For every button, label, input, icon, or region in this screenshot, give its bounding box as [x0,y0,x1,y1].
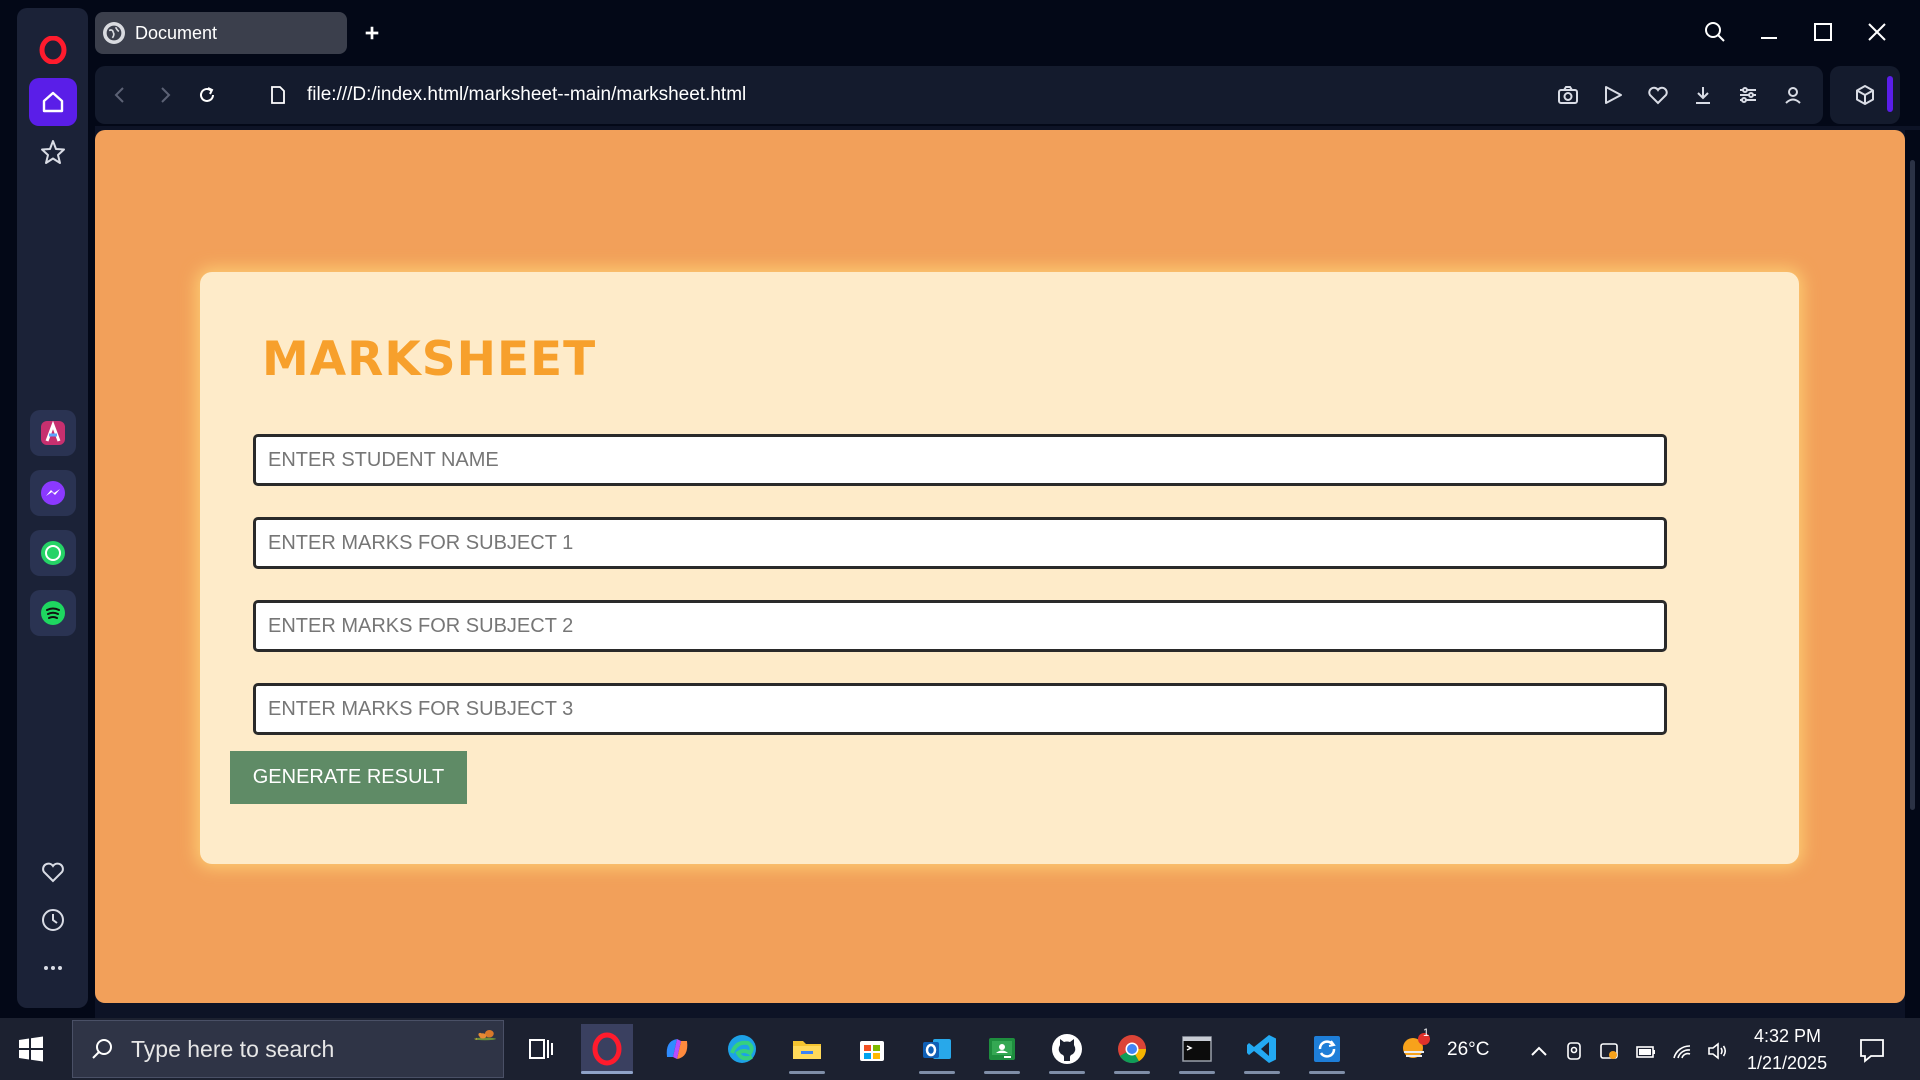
address-bar-inner: file:///D:/index.html/marksheet--main/ma… [95,66,1823,124]
tab-bar: Document [95,0,1920,64]
taskbar-search-box[interactable]: Type here to search [72,1020,504,1078]
file-explorer-icon[interactable] [781,1024,833,1074]
subject-1-marks-input[interactable] [253,517,1667,569]
page-scrollbar[interactable] [1905,130,1920,1018]
minimize-icon[interactable] [1751,14,1787,50]
tab-document[interactable]: Document [95,12,347,54]
more-icon[interactable] [29,944,77,992]
weather-badge: 1 [1423,1027,1430,1039]
google-classroom-icon[interactable] [976,1024,1028,1074]
messenger-icon[interactable] [30,470,76,516]
battery-icon[interactable] [1635,1040,1657,1062]
edge-icon[interactable] [716,1024,768,1074]
search-placeholder: Type here to search [131,1035,335,1062]
camera-icon[interactable] [1554,81,1582,109]
outlook-icon[interactable] [911,1024,963,1074]
globe-icon [103,22,125,44]
search-icon [92,1039,112,1059]
volume-icon[interactable] [1706,1040,1728,1062]
bookmark-heart-icon[interactable] [1644,81,1672,109]
vscode-icon[interactable] [1236,1024,1288,1074]
address-bar: file:///D:/index.html/marksheet--main/ma… [95,64,1920,126]
easy-setup-icon[interactable] [1734,81,1762,109]
forward-icon[interactable] [150,80,180,110]
github-icon[interactable] [1041,1024,1093,1074]
history-icon[interactable] [29,896,77,944]
home-icon[interactable] [29,78,77,126]
chrome-icon[interactable] [1106,1024,1158,1074]
star-icon[interactable] [29,128,77,176]
close-icon[interactable] [1859,14,1895,50]
squirrel-illustration-icon [474,1029,496,1041]
sidebar-panel [17,8,88,1008]
copilot-icon[interactable] [651,1024,703,1074]
opera-sidebar [0,0,95,1018]
subject-2-marks-input[interactable] [253,600,1667,652]
generate-result-button[interactable]: GENERATE RESULT [230,751,467,804]
notification-center-icon[interactable] [1858,1036,1886,1064]
url-text[interactable]: file:///D:/index.html/marksheet--main/ma… [307,84,746,106]
wifi-icon[interactable] [1671,1040,1693,1062]
whatsapp-icon[interactable] [30,530,76,576]
back-icon[interactable] [105,80,135,110]
weather-temperature[interactable]: 26°C [1447,1039,1489,1061]
spotify-icon[interactable] [30,590,76,636]
heart-icon[interactable] [29,848,77,896]
taskbar-opera-icon[interactable] [581,1024,633,1074]
opera-logo-icon[interactable] [29,26,77,74]
security-tray-icon[interactable] [1598,1040,1620,1062]
extensions-cube-icon[interactable] [1851,81,1879,109]
maximize-icon[interactable] [1805,14,1841,50]
camera-tray-icon[interactable] [1563,1040,1585,1062]
student-name-input[interactable] [253,434,1667,486]
clock-time[interactable]: 4:32 PM [1754,1026,1821,1047]
opera-accent-bar [1887,76,1893,112]
search-tabs-icon[interactable] [1697,14,1733,50]
windows-taskbar: Type here to search 1 26°C 4:32 PM 1/21/… [0,1018,1920,1080]
sync-app-icon[interactable] [1301,1024,1353,1074]
tab-title: Document [135,22,218,43]
microsoft-store-icon[interactable] [846,1024,898,1074]
aria-icon[interactable] [30,410,76,456]
terminal-icon[interactable] [1171,1024,1223,1074]
task-view-icon[interactable] [514,1024,566,1074]
subject-3-marks-input[interactable] [253,683,1667,735]
windows-start-icon[interactable] [18,1036,44,1062]
scrollbar-thumb[interactable] [1910,160,1915,810]
send-icon[interactable] [1599,81,1627,109]
file-icon [263,80,293,110]
chevron-up-icon[interactable] [1528,1040,1550,1062]
download-icon[interactable] [1689,81,1717,109]
clock-date[interactable]: 1/21/2025 [1747,1053,1827,1074]
reload-icon[interactable] [192,80,222,110]
new-tab-button[interactable] [357,18,387,48]
profile-icon[interactable] [1779,81,1807,109]
